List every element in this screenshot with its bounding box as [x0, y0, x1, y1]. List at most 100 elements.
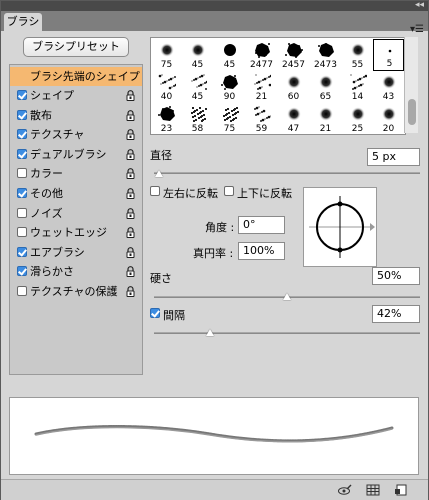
roundness-field[interactable]: 100%: [238, 242, 285, 260]
hardness-field[interactable]: 50%: [372, 267, 420, 285]
brush-tip-cell[interactable]: 21: [310, 103, 341, 134]
option-checkbox[interactable]: [17, 227, 27, 237]
flip-y-box[interactable]: [224, 186, 234, 196]
brush-tip-cell[interactable]: 23: [151, 103, 182, 134]
diameter-slider-track[interactable]: [154, 172, 420, 174]
lock-icon[interactable]: [126, 227, 135, 238]
option-row[interactable]: テクスチャ: [10, 125, 142, 144]
brush-tip-cell[interactable]: 40: [151, 71, 182, 103]
spacing-slider-knob[interactable]: [206, 329, 214, 336]
lock-icon[interactable]: [126, 129, 135, 140]
brush-tip-icon: [351, 43, 365, 57]
option-label: ノイズ: [30, 207, 63, 220]
panel-titlebar: ◂◂: [1, 0, 428, 11]
brush-tip-cell[interactable]: 25: [342, 103, 373, 134]
spacing-slider-track[interactable]: [154, 332, 420, 334]
brush-tip-icon: [285, 43, 303, 58]
hardness-slider-knob[interactable]: [283, 293, 291, 300]
flip-x-box[interactable]: [150, 186, 160, 196]
brush-grid-scrollbar[interactable]: [404, 37, 418, 133]
eye-brush-icon[interactable]: [338, 484, 352, 496]
lock-icon[interactable]: [126, 286, 135, 297]
option-checkbox[interactable]: [17, 168, 27, 178]
angle-roundness-diagram[interactable]: [304, 188, 376, 266]
option-label: 滑らかさ: [30, 265, 74, 278]
lock-icon[interactable]: [126, 90, 135, 101]
brush-tip-cell[interactable]: 60: [278, 71, 309, 103]
brush-stroke-preview: [9, 397, 419, 475]
diameter-field[interactable]: 5 px: [367, 148, 420, 166]
lock-icon[interactable]: [126, 247, 135, 258]
lock-icon[interactable]: [126, 188, 135, 199]
lock-icon[interactable]: [126, 208, 135, 219]
scrollbar-thumb[interactable]: [408, 99, 416, 125]
brush-options-list: ブラシ先端のシェイプシェイプ散布 テクスチャデュアルブラシ カラーその他ノイズウェッ…: [9, 64, 143, 375]
brush-tip-cell[interactable]: 55: [342, 39, 373, 71]
brush-tip-cell[interactable]: 47: [278, 103, 309, 134]
brush-tip-cell[interactable]: 2457: [278, 39, 309, 71]
option-row[interactable]: ブラシ先端のシェイプ: [10, 67, 142, 86]
lock-icon[interactable]: [126, 266, 135, 277]
option-checkbox[interactable]: [17, 129, 27, 139]
brush-tip-cell[interactable]: 21: [246, 71, 277, 103]
option-row[interactable]: その他: [10, 184, 142, 203]
option-label: シェイプ: [30, 89, 74, 102]
brush-tip-cell[interactable]: 45: [214, 39, 245, 71]
option-checkbox[interactable]: [17, 247, 27, 257]
brush-tip-cell[interactable]: 58: [182, 103, 213, 134]
option-checkbox[interactable]: [17, 266, 27, 276]
grid-icon[interactable]: [366, 484, 380, 496]
option-row[interactable]: シェイプ: [10, 86, 142, 105]
brush-tip-icon: [319, 107, 333, 121]
option-label: デュアルブラシ: [30, 148, 107, 161]
brush-size-label: 2457: [282, 60, 305, 70]
brush-size-label: 55: [351, 60, 364, 70]
option-row[interactable]: 滑らかさ: [10, 262, 142, 281]
brush-tip-cell[interactable]: 59: [246, 103, 277, 134]
option-row[interactable]: ノイズ: [10, 204, 142, 223]
tab-brush[interactable]: ブラシ: [4, 13, 42, 31]
option-row[interactable]: カラー: [10, 164, 142, 183]
option-row[interactable]: エアブラシ: [10, 243, 142, 262]
brush-tip-cell[interactable]: 75: [151, 39, 182, 71]
brush-presets-button[interactable]: ブラシプリセット: [23, 37, 129, 57]
option-checkbox[interactable]: [17, 208, 27, 218]
brush-tip-cell[interactable]: 45: [182, 39, 213, 71]
brush-size-label: 43: [382, 92, 395, 102]
brush-tip-cell[interactable]: 2473: [310, 39, 341, 71]
brush-tip-icon: [254, 106, 271, 122]
brush-tip-cell[interactable]: 20: [373, 103, 404, 134]
diameter-slider-knob[interactable]: [155, 170, 163, 177]
brush-tip-cell[interactable]: 65: [310, 71, 341, 103]
panel-menu-icon[interactable]: ▾☰: [410, 24, 424, 36]
brush-tip-cell[interactable]: 5: [373, 39, 404, 71]
option-row[interactable]: ウェットエッジ: [10, 223, 142, 242]
brush-tip-cell[interactable]: 45: [182, 71, 213, 103]
spacing-box[interactable]: [150, 308, 160, 318]
option-checkbox[interactable]: [17, 188, 27, 198]
brush-tip-cell[interactable]: 43: [373, 71, 404, 103]
brush-tip-cell[interactable]: 75: [214, 103, 245, 134]
brush-tip-cell[interactable]: 14: [342, 71, 373, 103]
spacing-field[interactable]: 42%: [372, 305, 420, 323]
lock-icon[interactable]: [126, 110, 135, 121]
new-preset-icon[interactable]: [394, 484, 408, 496]
option-checkbox[interactable]: [17, 110, 27, 120]
option-checkbox[interactable]: [17, 286, 27, 296]
collapse-icon[interactable]: ◂◂: [415, 0, 424, 11]
brush-tip-icon: [382, 75, 396, 89]
option-row[interactable]: 散布: [10, 106, 142, 125]
angle-roundness-widget[interactable]: [303, 187, 377, 267]
stroke-preview-graphic: [34, 425, 394, 443]
angle-field[interactable]: 0°: [238, 216, 285, 234]
option-label: カラー: [30, 167, 63, 180]
option-checkbox[interactable]: [17, 149, 27, 159]
lock-icon[interactable]: [126, 168, 135, 179]
brush-size-label: 21: [319, 124, 332, 134]
lock-icon[interactable]: [126, 149, 135, 160]
brush-tip-cell[interactable]: 90: [214, 71, 245, 103]
option-checkbox[interactable]: [17, 90, 27, 100]
option-row[interactable]: テクスチャの保護: [10, 282, 142, 301]
brush-tip-cell[interactable]: 2477: [246, 39, 277, 71]
option-row[interactable]: デュアルブラシ: [10, 145, 142, 164]
